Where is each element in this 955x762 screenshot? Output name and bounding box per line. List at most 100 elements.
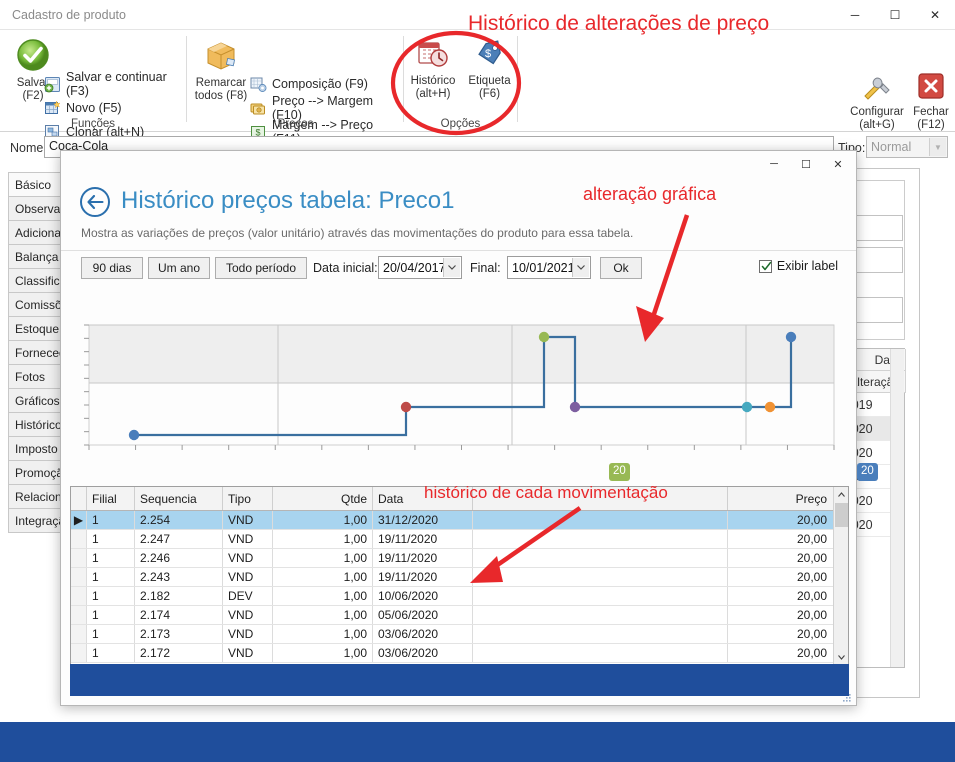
cell-data: 05/06/2020 [373,606,473,624]
annotation-historico-movimentacao: histórico de cada movimentação [424,483,668,503]
salvar-e-continuar-button[interactable]: Salvar e continuar (F3) [44,72,186,96]
checkbox-icon[interactable] [759,260,772,273]
cell-blank [473,606,728,624]
app-status-bar [0,722,955,762]
configurar-button[interactable]: Configurar (alt+G) [845,72,909,132]
chart-data-point [129,430,139,440]
historico-button[interactable]: Histórico (alt+H) [404,38,462,101]
cell-data: 10/06/2020 [373,587,473,605]
table-row[interactable]: 12.247VND1,0019/11/202020,00 [71,530,848,549]
table-row[interactable]: 12.172VND1,0003/06/202020,00 [71,644,848,663]
cell-tipo: VND [223,549,273,567]
box-package-icon [203,38,239,72]
fechar-button[interactable]: Fechar (F12) [908,72,954,132]
composicao-button[interactable]: Composição (F9) [250,72,368,96]
cell-qtde: 1,00 [273,606,373,624]
money-icon [250,100,267,117]
cell-sequencia: 2.172 [135,644,223,662]
row-marker [71,568,87,586]
table-row[interactable]: 12.174VND1,0005/06/202020,00 [71,606,848,625]
movements-grid-scrollbar[interactable] [833,487,848,665]
row-marker [71,549,87,567]
chart-shaded-band [89,325,834,383]
chevron-down-icon[interactable] [443,258,460,277]
cell-qtde: 1,00 [273,644,373,662]
cell-data: 19/11/2020 [373,568,473,586]
exibir-label-checkbox[interactable]: Exibir label [759,259,838,273]
cell-sequencia: 2.243 [135,568,223,586]
cell-preco: 20,00 [728,625,848,643]
cell-tipo: VND [223,511,273,529]
historico-label-2: (alt+H) [404,88,462,101]
annotation-alteracao-grafica: alteração gráfica [583,184,716,205]
dialog-close-icon[interactable]: ✕ [822,151,854,177]
final-input[interactable]: 10/01/2021 [507,256,591,279]
cell-data: 03/06/2020 [373,625,473,643]
col-header-filial[interactable]: Filial [87,487,135,510]
close-icon[interactable]: ✕ [915,0,955,30]
data-inicial-value: 20/04/2017 [379,261,446,275]
table-row[interactable]: 12.173VND1,0003/06/202020,00 [71,625,848,644]
cell-data: 19/11/2020 [373,549,473,567]
dialog-minimize-icon[interactable]: ─ [758,151,790,177]
table-row[interactable]: 12.246VND1,0019/11/202020,00 [71,549,848,568]
cell-tipo: VND [223,530,273,548]
cell-qtde: 1,00 [273,568,373,586]
cell-tipo: VND [223,625,273,643]
remarcar-todos-button[interactable]: Remarcar todos (F8) [188,38,254,103]
fechar-label-1: Fechar [908,106,954,119]
cell-data: 31/12/2020 [373,511,473,529]
chart-point-label: 20 [857,463,878,481]
maximize-icon[interactable]: ☐ [875,0,915,30]
chart-data-point [401,402,411,412]
dialog-maximize-icon[interactable]: ☐ [790,151,822,177]
scrollbar-thumb[interactable] [835,503,848,527]
row-marker [71,530,87,548]
cell-sequencia: 2.173 [135,625,223,643]
green-check-icon [16,38,50,72]
tipo-select[interactable]: Normal ▼ [866,136,948,158]
table-row[interactable]: 12.243VND1,0019/11/202020,00 [71,568,848,587]
main-window-controls: ─ ☐ ✕ [835,0,955,30]
cell-tipo: DEV [223,587,273,605]
dialog-window-controls: ─ ☐ ✕ [758,151,854,179]
btn-todo-periodo[interactable]: Todo período [215,257,307,279]
back-button[interactable] [80,187,110,217]
minimize-icon[interactable]: ─ [835,0,875,30]
bg-grid-scrollbar[interactable] [890,349,904,667]
col-header-preco[interactable]: Preço [728,487,848,510]
cell-qtde: 1,00 [273,587,373,605]
dialog-header: Histórico preços tabela: Preco1 Mostra a… [61,177,856,251]
tipo-value: Normal [871,140,911,154]
annotation-historico-alteracoes: Histórico de alterações de preço [468,12,769,36]
cell-sequencia: 2.174 [135,606,223,624]
group-label-opcoes: Opções [404,118,517,130]
novo-button[interactable]: Novo (F5) [44,96,122,120]
cell-blank [473,587,728,605]
resize-grip[interactable] [842,692,852,702]
scroll-up-icon[interactable] [834,487,849,502]
btn-90-dias[interactable]: 90 dias [81,257,143,279]
dialog-toolbar: 90 dias Um ano Todo período Data inicial… [61,251,856,291]
chevron-down-icon[interactable] [572,258,589,277]
ribbon-toolbar: Salvar (F2) Salvar e continuar (F3) Novo… [0,30,955,132]
cell-blank [473,625,728,643]
preco-margem-button[interactable]: Preço --> Margem (F10) [250,96,403,120]
calendar-clock-icon [416,38,450,70]
ribbon-group-precos: Remarcar todos (F8) Composição (F9) Preç… [188,30,403,132]
scroll-down-icon[interactable] [834,650,849,665]
col-header-qtde[interactable]: Qtde [273,487,373,510]
red-close-icon [917,72,945,100]
etiqueta-button[interactable]: $ Etiqueta (F6) [462,38,517,101]
row-marker [71,625,87,643]
table-row[interactable]: 12.182DEV1,0010/06/202020,00 [71,587,848,606]
data-inicial-input[interactable]: 20/04/2017 [378,256,462,279]
col-header-tipo[interactable]: Tipo [223,487,273,510]
ok-button[interactable]: Ok [600,257,642,279]
col-header-sequencia[interactable]: Sequencia [135,487,223,510]
table-row[interactable]: ▶12.254VND1,0031/12/202020,00 [71,511,848,530]
row-marker-header [71,487,87,510]
final-value: 10/01/2021 [508,261,575,275]
btn-um-ano[interactable]: Um ano [148,257,210,279]
movements-grid-body: ▶12.254VND1,0031/12/202020,0012.247VND1,… [71,511,848,663]
